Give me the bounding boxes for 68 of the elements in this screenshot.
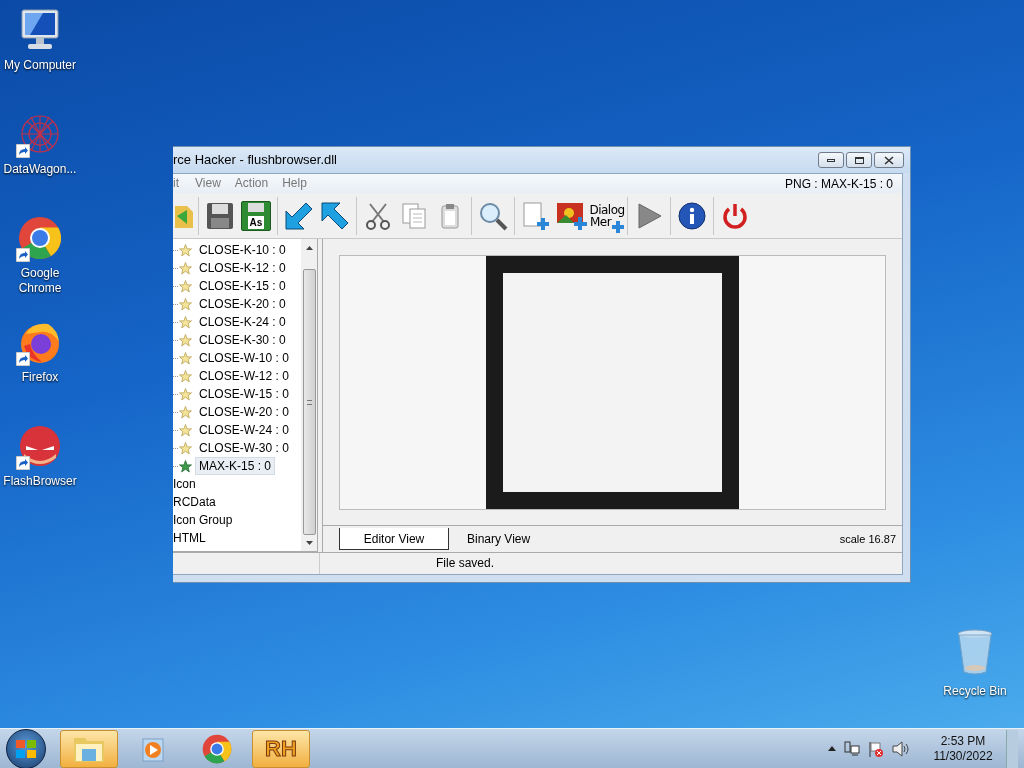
close-icon <box>884 155 894 165</box>
star-icon <box>179 297 192 311</box>
network-icon[interactable] <box>844 740 860 757</box>
star-icon <box>179 405 192 419</box>
close-button[interactable] <box>874 152 904 168</box>
tree-item[interactable]: CLOSE-K-30 : 0 <box>195 331 290 349</box>
menu-item[interactable]: Action <box>227 174 276 193</box>
tree-item[interactable]: Icon <box>173 476 196 492</box>
tree-item[interactable]: MAX-K-15 : 0 <box>195 457 276 475</box>
chrome-icon <box>18 216 62 260</box>
start-button[interactable] <box>6 728 46 768</box>
tree-item[interactable]: RCData <box>173 494 216 510</box>
star-icon <box>179 351 192 365</box>
tree-item[interactable]: CLOSE-W-15 : 0 <box>195 385 293 403</box>
clock[interactable]: 2:53 PM 11/30/2022 <box>928 733 998 764</box>
resource-info: PNG : MAX-K-15 : 0 <box>784 175 893 193</box>
menu-item[interactable]: Help <box>275 174 314 193</box>
star-icon <box>179 333 192 347</box>
tree-item[interactable]: CLOSE-K-24 : 0 <box>195 313 290 331</box>
masked-face-icon <box>18 424 62 468</box>
tree-item[interactable]: CLOSE-K-12 : 0 <box>195 259 290 277</box>
desktop-icon-label[interactable]: FlashBrowser <box>1 474 79 489</box>
restore-button[interactable] <box>846 152 872 168</box>
show-hidden-icon[interactable] <box>828 746 836 751</box>
desktop-icon-label[interactable]: Google Chrome <box>1 266 79 296</box>
tree-item[interactable]: CLOSE-K-20 : 0 <box>195 295 290 313</box>
tree-item[interactable]: CLOSE-K-15 : 0 <box>195 277 290 295</box>
plus-icon <box>612 220 624 233</box>
tree-item[interactable]: CLOSE-W-24 : 0 <box>195 421 293 439</box>
view-tab[interactable]: Binary View <box>449 528 549 550</box>
scale-label: scale 16.87 <box>839 531 896 547</box>
tree-item[interactable]: CLOSE-W-20 : 0 <box>195 403 293 421</box>
save-as-button[interactable]: As <box>241 200 271 231</box>
desktop-icon-label[interactable]: DataWagon... <box>1 162 79 177</box>
tree-item[interactable]: CLOSE-W-10 : 0 <box>195 349 293 367</box>
recycle-bin-icon <box>955 628 995 676</box>
tree-item[interactable]: CLOSE-W-30 : 0 <box>195 439 293 457</box>
tree-item[interactable]: HTML <box>173 530 206 546</box>
speaker-icon[interactable] <box>892 740 910 757</box>
star-icon <box>179 369 192 383</box>
tree-item[interactable]: CLOSE-W-12 : 0 <box>195 367 293 385</box>
star-icon <box>179 243 192 257</box>
windows-logo-icon <box>16 739 36 758</box>
network-web-icon <box>18 112 62 156</box>
minimize-button[interactable] <box>818 152 844 168</box>
chrome-icon <box>202 733 232 764</box>
tree-item[interactable]: Icon Group <box>173 512 233 528</box>
status-text: File saved. <box>436 555 495 572</box>
star-icon <box>179 459 192 473</box>
desktop-icon-label[interactable]: My Computer <box>1 58 79 73</box>
scrollbar-thumb[interactable] <box>302 269 316 535</box>
star-icon <box>179 387 192 401</box>
star-icon <box>179 261 192 275</box>
menu-item[interactable]: it <box>173 174 188 193</box>
dialog-menu-button[interactable]: Dialog Mer <box>590 198 624 233</box>
desktop-icon-label[interactable]: Firefox <box>1 370 79 385</box>
scroll-down-icon[interactable] <box>305 541 313 545</box>
tree-item[interactable]: CLOSE-K-10 : 0 <box>195 241 290 259</box>
window-title: rce Hacker - flushbrowser.dll <box>173 151 338 170</box>
view-tab[interactable]: Editor View <box>339 528 449 550</box>
star-icon <box>179 423 192 437</box>
star-icon <box>179 441 192 455</box>
flag-icon[interactable] <box>868 740 884 757</box>
menu-item[interactable]: View <box>188 174 228 193</box>
scrollbar[interactable] <box>301 239 317 551</box>
star-icon <box>179 279 192 293</box>
scroll-up-icon[interactable] <box>305 246 313 250</box>
star-icon <box>179 315 192 329</box>
